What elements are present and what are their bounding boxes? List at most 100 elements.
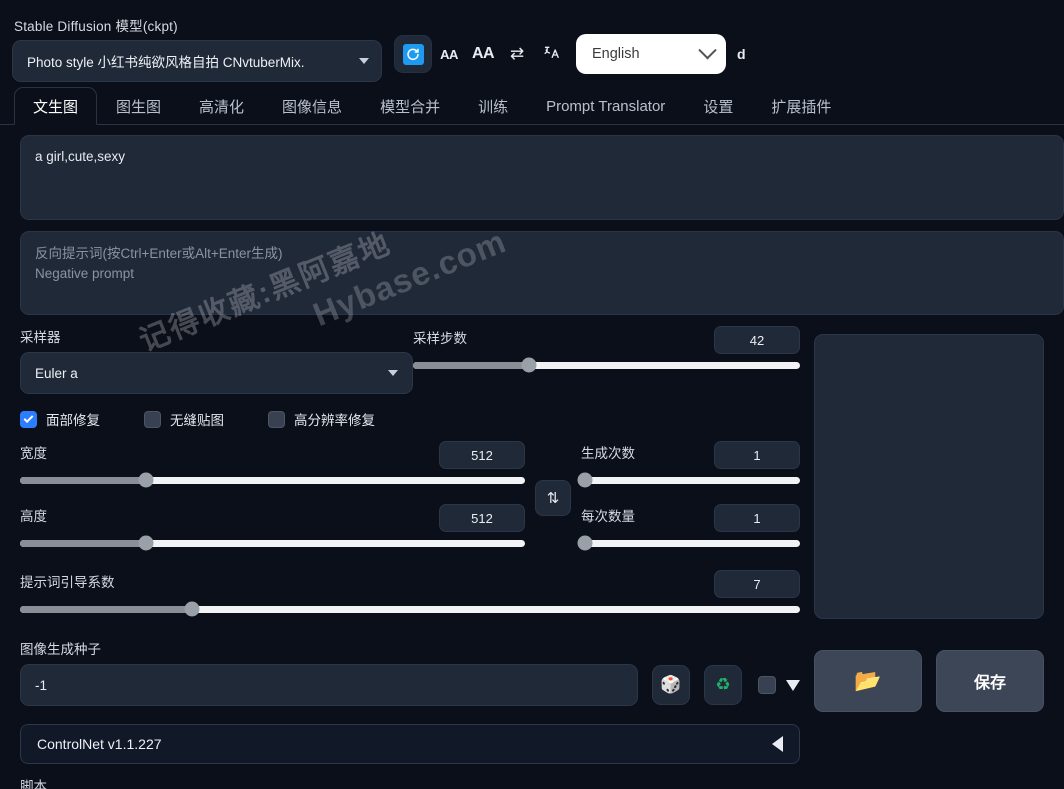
cfg-label: 提示词引导系数 [20, 575, 115, 590]
dimensions-block: 宽度 512 高度 512 [20, 441, 525, 554]
slider-thumb[interactable] [184, 601, 200, 617]
triangle-left-icon [772, 736, 783, 752]
slider-fill [20, 605, 192, 613]
batch-count-slider[interactable] [577, 469, 800, 491]
negative-prompt-placeholder-cn: 反向提示词(按Ctrl+Enter或Alt+Enter生成) [35, 246, 283, 261]
dimensions-row: 宽度 512 高度 512 ⇅ 生成次数 1 每次数量 1 [20, 441, 800, 554]
checkbox-label: 面部修复 [46, 413, 100, 428]
slider-track [577, 472, 800, 488]
folder-icon: 📂 [854, 668, 882, 693]
save-button[interactable]: 保存 [936, 650, 1044, 712]
cfg-slider[interactable] [20, 598, 800, 620]
batch-size-value-input[interactable]: 1 [714, 504, 800, 532]
height-slider[interactable] [20, 532, 525, 554]
trailing-char-label: d [737, 46, 746, 62]
sampler-dropdown[interactable]: Euler a [20, 352, 413, 394]
checkbox-item-1[interactable]: 面部修复 [20, 409, 100, 429]
font-increase-button[interactable]: AA [466, 37, 500, 71]
triangle-down-icon[interactable] [786, 679, 800, 691]
slider-fill [20, 476, 147, 484]
slider-thumb[interactable] [521, 357, 537, 373]
tab-8[interactable]: 设置 [684, 87, 752, 125]
tab-2[interactable]: 图生图 [97, 87, 180, 125]
negative-prompt-input[interactable]: 反向提示词(按Ctrl+Enter或Alt+Enter生成) Negative … [20, 231, 1064, 315]
tab-5[interactable]: 模型合并 [361, 87, 459, 125]
language-dropdown[interactable]: English [576, 34, 726, 74]
batch-count-label: 生成次数 [581, 446, 635, 461]
settings-and-output: 采样器 Euler a 采样步数 42 面部修复 无缝贴图 高分辨率修复 宽度 … [0, 326, 1064, 789]
swap-vertical-icon: ⇅ [546, 489, 560, 507]
checkbox-icon[interactable] [268, 410, 285, 428]
width-value-input[interactable]: 512 [439, 441, 525, 469]
steps-value-input[interactable]: 42 [714, 326, 800, 354]
slider-track [20, 601, 800, 617]
checkbox-icon[interactable] [20, 410, 37, 428]
controlnet-accordion[interactable]: ControlNet v1.1.227 [20, 724, 800, 764]
settings-column: 采样器 Euler a 采样步数 42 面部修复 无缝贴图 高分辨率修复 宽度 … [0, 326, 800, 789]
batch-size-label: 每次数量 [581, 509, 635, 524]
height-value-input[interactable]: 512 [439, 504, 525, 532]
slider-fill [20, 539, 147, 547]
chevron-down-icon [698, 40, 717, 59]
steps-slider[interactable] [413, 354, 800, 376]
swap-languages-button[interactable]: ⇄ [500, 37, 534, 71]
reuse-seed-button[interactable]: ♻ [704, 665, 742, 705]
tab-4[interactable]: 图像信息 [263, 87, 361, 125]
slider-thumb[interactable] [138, 535, 154, 551]
prompt-area: a girl,cute,sexy 反向提示词(按Ctrl+Enter或Alt+E… [0, 135, 1064, 315]
random-seed-button[interactable]: 🎲 [652, 665, 690, 705]
checkbox-icon[interactable] [144, 410, 161, 428]
sampler-steps-row: 采样器 Euler a 采样步数 42 [20, 326, 800, 394]
batch-count-group: 生成次数 1 [577, 441, 800, 491]
translate-button[interactable] [534, 37, 568, 71]
slider-thumb[interactable] [577, 472, 593, 488]
font-small-icon: AA [440, 46, 458, 62]
output-column: 📂 保存 [800, 326, 1044, 789]
steps-header: 采样步数 42 [413, 326, 800, 354]
output-gallery[interactable] [814, 334, 1044, 619]
tab-3[interactable]: 高清化 [180, 87, 263, 125]
refresh-icon [402, 43, 424, 65]
slider-thumb[interactable] [577, 535, 593, 551]
controlnet-title: ControlNet v1.1.227 [37, 736, 162, 752]
seed-label: 图像生成种子 [20, 642, 101, 657]
batch-count-value-input[interactable]: 1 [714, 441, 800, 469]
tab-9[interactable]: 扩展插件 [752, 87, 850, 125]
batch-size-slider[interactable] [577, 532, 800, 554]
model-dropdown-value: Photo style 小红书纯欲风格自拍 CNvtuberMix. [27, 55, 305, 70]
recycle-icon: ♻ [715, 675, 731, 694]
language-value: English [592, 46, 640, 62]
refresh-model-button[interactable] [394, 35, 432, 73]
cfg-value-input[interactable]: 7 [714, 570, 800, 598]
tab-1[interactable]: 文生图 [14, 87, 98, 125]
batch-size-group: 每次数量 1 [577, 504, 800, 554]
sampler-value: Euler a [35, 365, 78, 381]
font-large-icon: AA [471, 45, 495, 62]
slider-track [413, 357, 800, 373]
model-selector-block: Stable Diffusion 模型(ckpt) Photo style 小红… [12, 15, 382, 82]
seed-input[interactable]: -1 [20, 664, 638, 706]
height-group: 高度 512 [20, 504, 525, 554]
width-slider[interactable] [20, 469, 525, 491]
checkbox-item-2[interactable]: 无缝贴图 [144, 409, 224, 429]
cfg-group: 提示词引导系数 7 [20, 570, 800, 620]
positive-prompt-input[interactable]: a girl,cute,sexy [20, 135, 1064, 220]
toolbar-icons: AA AA ⇄ English d [394, 34, 746, 82]
slider-thumb[interactable] [138, 472, 154, 488]
width-label: 宽度 [20, 446, 47, 461]
height-label: 高度 [20, 509, 47, 524]
swap-dimensions-button[interactable]: ⇅ [535, 479, 571, 516]
model-dropdown[interactable]: Photo style 小红书纯欲风格自拍 CNvtuberMix. [12, 40, 382, 82]
tab-7[interactable]: Prompt Translator [527, 87, 684, 125]
toggles-row: 面部修复 无缝贴图 高分辨率修复 [20, 409, 800, 429]
main-content: a girl,cute,sexy 反向提示词(按Ctrl+Enter或Alt+E… [0, 125, 1064, 789]
tab-6[interactable]: 训练 [459, 87, 527, 125]
chevron-down-icon [388, 370, 398, 376]
extra-seed-checkbox[interactable] [758, 676, 776, 694]
tab-bar: 文生图 图生图 高清化 图像信息 模型合并 训练 Prompt Translator 设置 扩展… [0, 86, 1064, 125]
font-decrease-button[interactable]: AA [432, 37, 466, 71]
checkbox-item-3[interactable]: 高分辨率修复 [268, 409, 375, 429]
checkbox-label: 高分辨率修复 [294, 413, 375, 428]
open-folder-button[interactable]: 📂 [814, 650, 922, 712]
seed-group: 图像生成种子 -1 🎲 ♻ [20, 638, 800, 706]
